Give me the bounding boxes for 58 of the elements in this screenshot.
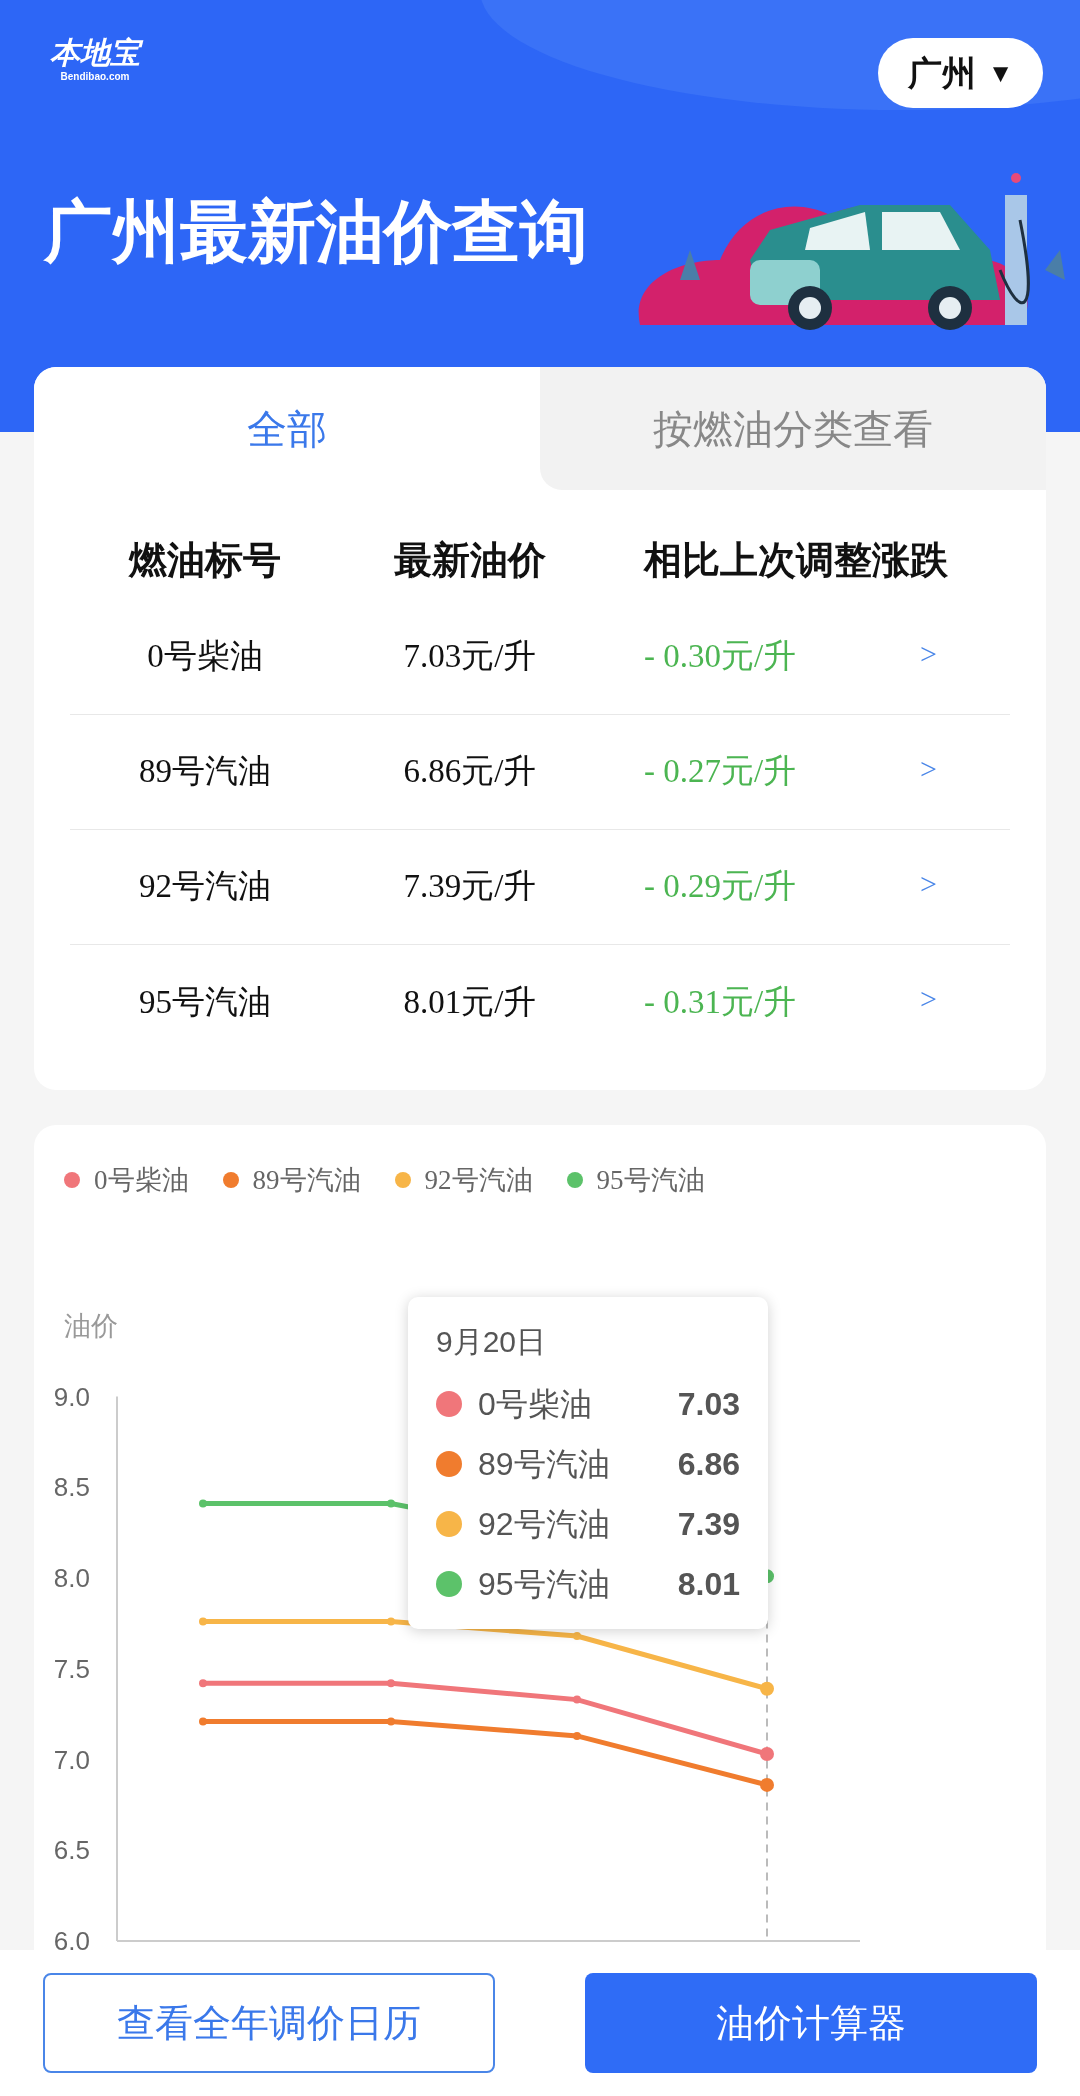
row-arrow[interactable]: >	[920, 745, 1010, 791]
tick-label: 6.5	[53, 1835, 90, 1866]
data-point	[573, 1695, 581, 1704]
row-arrow[interactable]: >	[920, 860, 1010, 906]
row-arrow[interactable]: >	[920, 976, 1010, 1021]
tick-label: 8.5	[53, 1472, 90, 1503]
city-selector[interactable]: 广州 ▼	[878, 38, 1043, 108]
data-point	[199, 1717, 207, 1726]
table-cell-text: 0号柴油	[146, 637, 264, 677]
tooltip-value: 7.39	[677, 1505, 740, 1544]
calculator-button[interactable]: 油价计算器	[585, 1973, 1037, 2073]
tooltip-value: 7.03	[677, 1385, 740, 1424]
table-cell-text: 8.01元/升	[402, 982, 538, 1022]
table-cell-text: - 0.27元/升	[643, 752, 798, 792]
column-header: 燃油标号	[127, 537, 282, 583]
column-header: 相比上次调整涨跌	[642, 537, 949, 583]
axis-title: 油价	[64, 1311, 118, 1341]
tooltip-value: 6.86	[677, 1445, 740, 1484]
legend-label: 0号柴油	[94, 1163, 189, 1197]
tick-label: 7.5	[53, 1653, 90, 1684]
column-header: 最新油价	[393, 537, 547, 583]
table-cell-text: 7.03元/升	[402, 637, 538, 677]
logo-domain: Bendibao.com	[60, 72, 130, 82]
table-cell-text: - 0.29元/升	[643, 867, 798, 907]
data-point	[387, 1617, 395, 1626]
data-point	[199, 1679, 207, 1688]
tick-label: 7.0	[53, 1744, 90, 1775]
data-point	[573, 1632, 581, 1641]
row-arrow[interactable]: >	[920, 630, 1010, 676]
table-cell-text: 89号汽油	[138, 752, 272, 792]
tooltip-label: 95号汽油	[478, 1565, 611, 1604]
legend-label: 95号汽油	[596, 1163, 705, 1197]
tooltip-date: 9月20日	[436, 1324, 548, 1360]
data-point	[760, 1681, 774, 1696]
tooltip-label: 92号汽油	[478, 1505, 611, 1544]
tick-label: 6.0	[53, 1926, 90, 1956]
table-cell-text: 7.39元/升	[402, 867, 538, 907]
data-point	[387, 1717, 395, 1726]
data-point	[199, 1617, 207, 1626]
data-point	[573, 1731, 581, 1740]
legend-label: 92号汽油	[424, 1163, 533, 1197]
tooltip-label: 0号柴油	[478, 1385, 593, 1424]
table-cell-text: 95号汽油	[138, 982, 272, 1022]
data-point	[760, 1747, 774, 1762]
data-point	[760, 1777, 774, 1792]
tick-label: 9.0	[53, 1381, 90, 1412]
tooltip-value: 8.01	[677, 1565, 740, 1604]
tooltip-label: 89号汽油	[478, 1445, 611, 1484]
table-cell-text: 6.86元/升	[402, 752, 538, 792]
calendar-button[interactable]: 查看全年调价日历	[43, 1973, 495, 2073]
data-point	[387, 1679, 395, 1688]
table-cell-text: - 0.30元/升	[643, 637, 798, 677]
tab[interactable]: 按燃油分类查看	[540, 367, 1046, 490]
table-cell-text: - 0.31元/升	[643, 982, 798, 1022]
legend-label: 89号汽油	[252, 1163, 361, 1197]
tick-label: 8.0	[53, 1563, 90, 1593]
page-title: 广州最新油价查询	[44, 192, 588, 271]
table-cell-text: 92号汽油	[138, 867, 272, 907]
